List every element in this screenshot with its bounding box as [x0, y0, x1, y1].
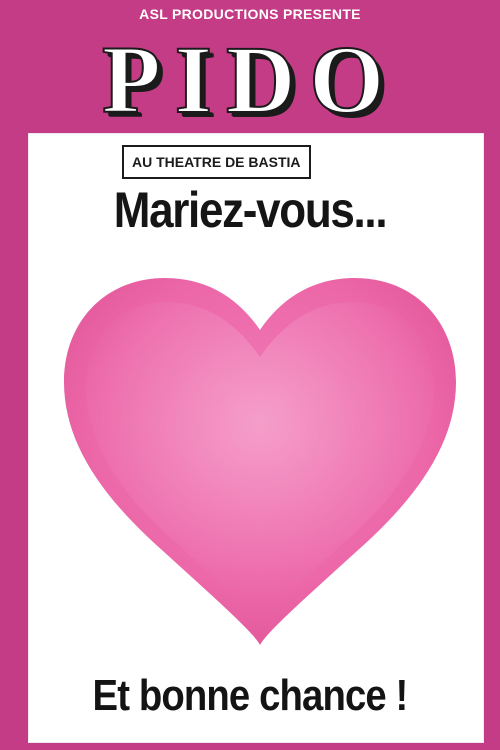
producer-text: ASL PRODUCTIONS PRESENTE	[139, 6, 361, 22]
heart-icon	[64, 278, 456, 645]
title-pido: PIDO	[101, 26, 398, 133]
headline: Mariez-vous...	[113, 182, 388, 238]
venue-box: AU THEATRE DE BASTIA	[122, 145, 311, 179]
poster: ASL PRODUCTIONS PRESENTE PIDO AU THEATRE…	[0, 0, 500, 750]
footer-text: Et bonne chance !	[92, 671, 409, 720]
